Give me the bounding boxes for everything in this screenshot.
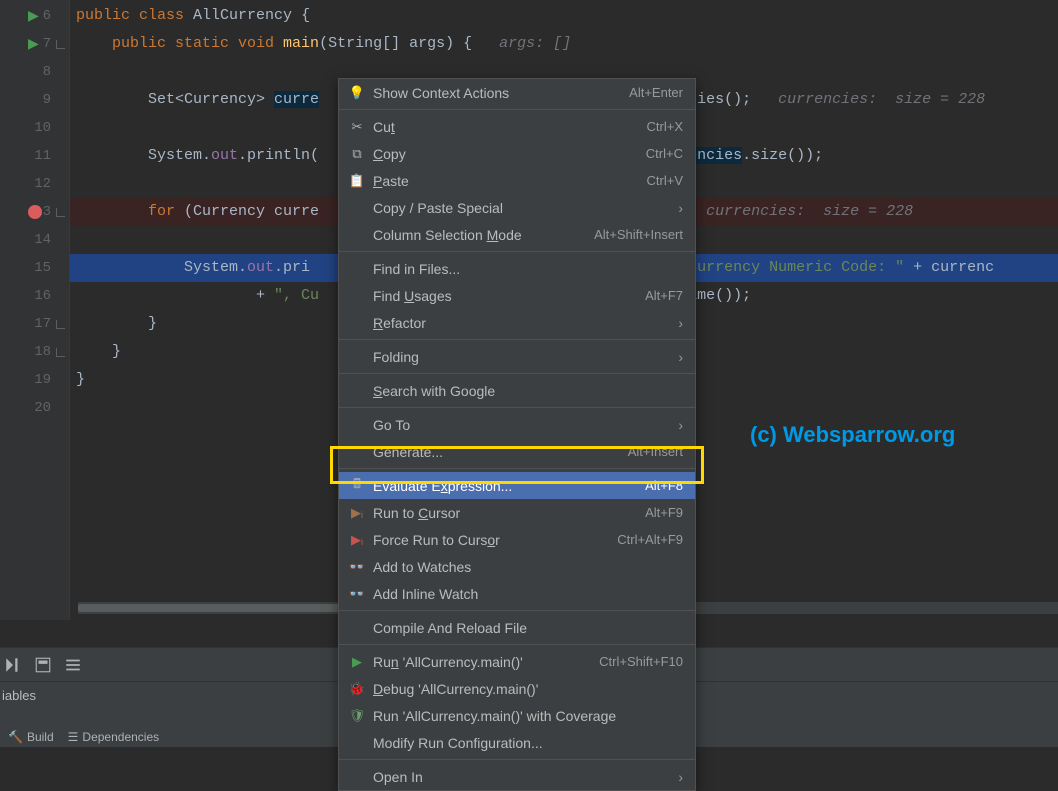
coverage-icon: 🛡 [347,706,367,726]
menu-open-in[interactable]: Open In › [339,763,695,790]
menu-run-coverage[interactable]: 🛡 Run 'AllCurrency.main()' with Coverage [339,702,695,729]
menu-force-run-to-cursor[interactable]: ▶ᵢ Force Run to Cursor Ctrl+Alt+F9 [339,526,695,553]
menu-generate[interactable]: Generate... Alt+Insert [339,438,695,465]
gutter-line[interactable]: 10 [0,114,69,142]
fold-icon[interactable] [56,208,65,217]
menu-separator [339,610,695,611]
submenu-arrow-icon: › [678,200,683,216]
menu-find-in-files[interactable]: Find in Files... [339,255,695,282]
watermark: (c) Websparrow.org [750,422,955,448]
run-to-cursor-icon: ▶ᵢ [347,503,367,523]
submenu-arrow-icon: › [678,417,683,433]
menu-separator [339,251,695,252]
hammer-icon: 🔨 [8,730,23,744]
menu-separator [339,339,695,340]
menu-separator [339,759,695,760]
menu-cut[interactable]: ✂ Cut Ctrl+X [339,113,695,140]
submenu-arrow-icon: › [678,349,683,365]
force-run-to-cursor-icon: ▶ᵢ [347,530,367,550]
code-line: public static void main(String[] args) {… [70,30,1058,58]
menu-column-selection[interactable]: Column Selection Mode Alt+Shift+Insert [339,221,695,248]
context-menu: 💡 Show Context Actions Alt+Enter ✂ Cut C… [338,78,696,791]
menu-separator [339,109,695,110]
breakpoint-icon[interactable] [28,205,42,219]
code-line: public class AllCurrency { [70,2,1058,30]
fold-icon[interactable] [56,348,65,357]
menu-add-inline-watch[interactable]: 👓 Add Inline Watch [339,580,695,607]
fold-icon[interactable] [56,40,65,49]
menu-search-google[interactable]: Search with Google [339,377,695,404]
gutter-line[interactable]: ▶6 [0,2,69,30]
scissors-icon: ✂ [347,117,367,137]
gutter-line[interactable]: ▶7 [0,30,69,58]
gutter-line[interactable]: 12 [0,170,69,198]
bug-icon: 🐞 [347,679,367,699]
menu-refactor[interactable]: Refactor › [339,309,695,336]
menu-separator [339,644,695,645]
run-icon[interactable]: ▶ [28,36,39,53]
gutter-line[interactable]: 15 [0,254,69,282]
menu-find-usages[interactable]: Find Usages Alt+F7 [339,282,695,309]
menu-show-context-actions[interactable]: 💡 Show Context Actions Alt+Enter [339,79,695,106]
build-tab[interactable]: 🔨 Build [8,730,54,744]
copy-icon: ⧉ [347,144,367,164]
gutter-line[interactable]: 14 [0,226,69,254]
submenu-arrow-icon: › [678,769,683,785]
menu-evaluate-expression[interactable]: 🖩 Evaluate Expression... Alt+F8 [339,472,695,499]
fold-icon[interactable] [56,320,65,329]
inline-watch-icon: 👓 [347,584,367,604]
gutter: ▶6 ▶7 8 9 10 11 12 13 14 15 16 17 18 19 … [0,0,70,620]
menu-add-watches[interactable]: 👓 Add to Watches [339,553,695,580]
submenu-arrow-icon: › [678,315,683,331]
menu-copy[interactable]: ⧉ Copy Ctrl+C [339,140,695,167]
bulb-icon: 💡 [347,83,367,103]
menu-copy-paste-special[interactable]: Copy / Paste Special › [339,194,695,221]
watches-icon: 👓 [347,557,367,577]
menu-run-to-cursor[interactable]: ▶ᵢ Run to Cursor Alt+F9 [339,499,695,526]
play-icon: ▶ [347,652,367,672]
menu-run-main[interactable]: ▶ Run 'AllCurrency.main()' Ctrl+Shift+F1… [339,648,695,675]
menu-debug-main[interactable]: 🐞 Debug 'AllCurrency.main()' [339,675,695,702]
step-icon[interactable] [4,656,22,674]
menu-goto[interactable]: Go To › [339,411,695,438]
gutter-line[interactable]: 18 [0,338,69,366]
menu-folding[interactable]: Folding › [339,343,695,370]
run-icon[interactable]: ▶ [28,8,39,25]
settings-icon[interactable] [64,656,82,674]
menu-separator [339,407,695,408]
menu-compile-reload[interactable]: Compile And Reload File [339,614,695,641]
dependencies-tab[interactable]: ☰ Dependencies [68,730,160,744]
layers-icon: ☰ [68,730,79,744]
gutter-line[interactable]: 9 [0,86,69,114]
menu-separator [339,373,695,374]
menu-modify-run-config[interactable]: Modify Run Configuration... [339,729,695,756]
calculator-icon[interactable] [34,656,52,674]
menu-paste[interactable]: 📋 Paste Ctrl+V [339,167,695,194]
calculator-icon: 🖩 [347,476,367,496]
gutter-line[interactable]: 8 [0,58,69,86]
gutter-line[interactable]: 16 [0,282,69,310]
gutter-line[interactable]: 17 [0,310,69,338]
gutter-line[interactable]: 11 [0,142,69,170]
clipboard-icon: 📋 [347,171,367,191]
gutter-line[interactable]: 20 [0,394,69,422]
gutter-line[interactable]: 19 [0,366,69,394]
menu-separator [339,468,695,469]
bottom-tabs: 🔨 Build ☰ Dependencies [0,727,167,747]
gutter-line[interactable]: 13 [0,198,69,226]
